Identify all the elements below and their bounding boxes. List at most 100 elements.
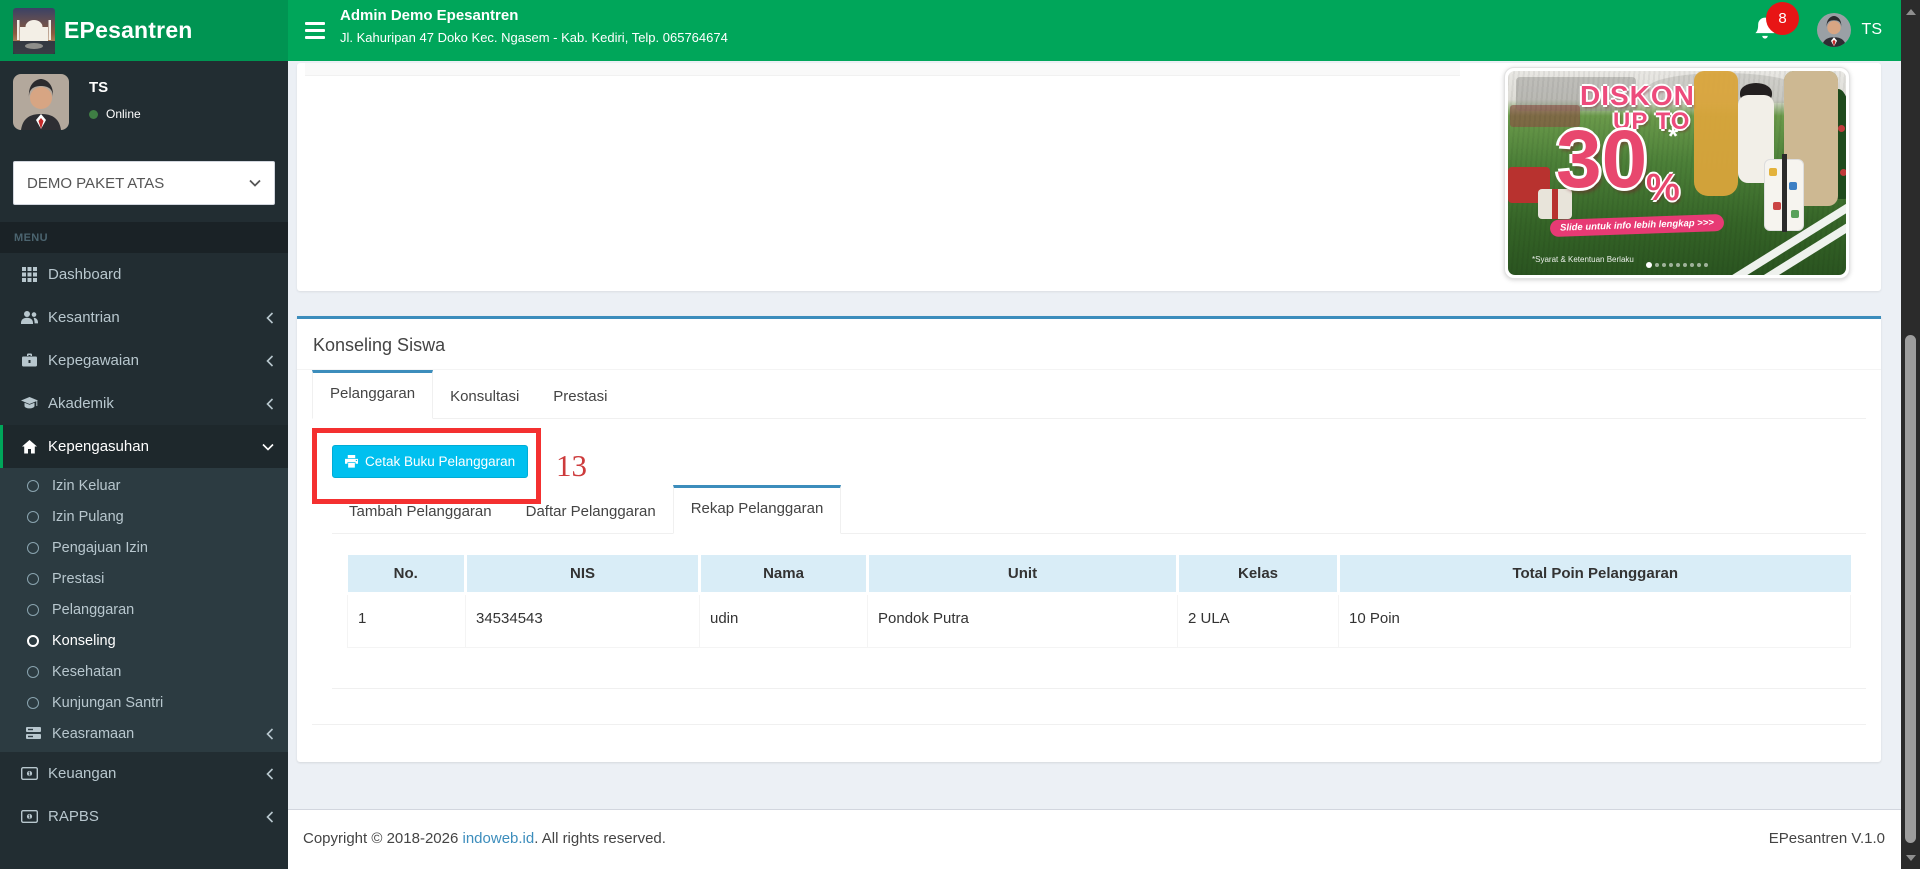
- tab-rekap-pelanggaran[interactable]: Rekap Pelanggaran: [672, 485, 842, 534]
- pelanggaran-tab-pane: Cetak Buku Pelanggaran Tambah Pelanggara…: [312, 419, 1866, 725]
- sidebar-item-label: Kesantrian: [48, 309, 120, 326]
- chevron-left-icon: [266, 767, 274, 780]
- user-info: TS Online: [89, 74, 141, 143]
- vertical-scrollbar[interactable]: [1901, 0, 1920, 869]
- annotation-highlight-box: [312, 428, 541, 504]
- money-icon: 1: [18, 810, 40, 823]
- user-menu-label[interactable]: TS: [1862, 21, 1882, 39]
- tab-pelanggaran[interactable]: Pelanggaran: [312, 370, 434, 419]
- user-menu-avatar[interactable]: [1817, 13, 1851, 47]
- sidebar-subitem-kunjungan-santri[interactable]: Kunjungan Santri: [0, 687, 288, 718]
- chevron-down-icon: [249, 179, 261, 187]
- notification-badge: 8: [1766, 2, 1799, 35]
- rekap-pelanggaran-pane: No. NIS Nama Unit Kelas Total Poin Pelan…: [332, 534, 1866, 689]
- col-header-no: No.: [347, 555, 467, 595]
- sidebar: EPesantren TS Online DEMO PAKET ATAS MEN…: [0, 0, 288, 869]
- sidebar-item-kesantrian[interactable]: Kesantrian: [0, 296, 288, 339]
- sidebar-subitem-label: Pengajuan Izin: [52, 539, 148, 556]
- ad-banner[interactable]: DISKON UP TO 30 % * Slide untuk info leb…: [1504, 67, 1850, 279]
- package-select[interactable]: DEMO PAKET ATAS: [13, 161, 275, 205]
- tab-konsultasi[interactable]: Konsultasi: [433, 370, 536, 419]
- scroll-down-arrow-icon[interactable]: [1905, 855, 1916, 861]
- col-header-nama: Nama: [699, 555, 869, 595]
- sidebar-item-keuangan[interactable]: 1 Keuangan: [0, 752, 288, 795]
- scrollbar-thumb[interactable]: [1905, 335, 1916, 843]
- ad-suitcase: [1764, 154, 1804, 232]
- col-header-kelas: Kelas: [1177, 555, 1340, 595]
- scroll-up-arrow-icon[interactable]: [1905, 9, 1916, 15]
- site-title-block: Admin Demo Epesantren Jl. Kahuripan 47 D…: [340, 7, 728, 45]
- sidebar-item-dashboard[interactable]: Dashboard: [0, 253, 288, 296]
- sidebar-item-label: Kepengasuhan: [48, 438, 149, 455]
- chevron-down-icon: [262, 443, 274, 451]
- cell-nama: udin: [699, 593, 868, 648]
- chevron-left-icon: [266, 397, 274, 410]
- tab-prestasi[interactable]: Prestasi: [536, 370, 624, 419]
- ad-discount-value: 30: [1556, 114, 1648, 205]
- site-title: Admin Demo Epesantren: [340, 7, 519, 24]
- sidebar-subitem-prestasi[interactable]: Prestasi: [0, 563, 288, 594]
- sidebar-item-label: RAPBS: [48, 808, 99, 825]
- panel-header: Konseling Siswa: [297, 319, 1881, 370]
- col-header-total-poin: Total Poin Pelanggaran: [1338, 555, 1851, 595]
- sidebar-subitem-izin-pulang[interactable]: Izin Pulang: [0, 501, 288, 532]
- chevron-left-icon: [266, 810, 274, 823]
- sidebar-subitem-kesehatan[interactable]: Kesehatan: [0, 656, 288, 687]
- menu-section-label: MENU: [0, 222, 288, 253]
- col-header-unit: Unit: [867, 555, 1179, 595]
- money-icon: 1: [18, 767, 40, 780]
- briefcase-icon: [18, 353, 40, 368]
- sidebar-item-akademik[interactable]: Akademik: [0, 382, 288, 425]
- online-dot-icon: [89, 109, 98, 119]
- svg-text:1: 1: [28, 771, 31, 777]
- sidebar-item-label: Kepegawaian: [48, 352, 139, 369]
- table-row[interactable]: 1 34534543 udin Pondok Putra 2 ULA 10 Po…: [347, 593, 1851, 648]
- user-name: TS: [89, 79, 109, 96]
- main-tabs: Pelanggaran Konsultasi Prestasi: [312, 370, 1866, 419]
- sidebar-item-kepegawaian[interactable]: Kepegawaian: [0, 339, 288, 382]
- copyright-prefix: Copyright © 2018-2026: [303, 830, 463, 847]
- sidebar-subitem-label: Izin Keluar: [52, 477, 121, 494]
- sidebar-subitem-label: Prestasi: [52, 570, 105, 587]
- package-select-value: DEMO PAKET ATAS: [27, 174, 165, 192]
- circle-icon: [27, 665, 39, 678]
- previous-panel-remnant: DISKON UP TO 30 % * Slide untuk info leb…: [297, 63, 1881, 291]
- sidebar-subitem-label: Izin Pulang: [52, 508, 124, 525]
- circle-icon: [27, 696, 39, 709]
- copyright-suffix: . All rights reserved.: [534, 830, 666, 847]
- rekap-pelanggaran-table: No. NIS Nama Unit Kelas Total Poin Pelan…: [347, 555, 1851, 648]
- annotation-step-number: 13: [556, 448, 587, 483]
- sidebar-subitem-label: Kunjungan Santri: [52, 694, 164, 711]
- circle-icon: [27, 479, 39, 492]
- sidebar-subitem-pengajuan-izin[interactable]: Pengajuan Izin: [0, 532, 288, 563]
- server-icon: [25, 727, 41, 740]
- sidebar-subitem-keasramaan[interactable]: Keasramaan: [0, 718, 288, 749]
- user-panel: TS Online: [0, 61, 288, 143]
- app-logo[interactable]: EPesantren: [0, 0, 288, 61]
- sidebar-subitem-izin-keluar[interactable]: Izin Keluar: [0, 470, 288, 501]
- site-address: Jl. Kahuripan 47 Doko Kec. Ngasem - Kab.…: [340, 30, 728, 45]
- notifications-button[interactable]: 8: [1754, 2, 1799, 47]
- users-icon: [18, 310, 40, 325]
- mosque-icon: [13, 7, 55, 54]
- circle-icon: [27, 603, 39, 616]
- sidebar-item-rapbs[interactable]: 1 RAPBS: [0, 795, 288, 838]
- sidebar-subitem-konseling[interactable]: Konseling: [0, 625, 288, 656]
- chevron-left-icon: [266, 311, 274, 324]
- ad-image: DISKON UP TO 30 % * Slide untuk info leb…: [1508, 71, 1846, 275]
- sidebar-item-label: Akademik: [48, 395, 114, 412]
- carousel-dots[interactable]: [1646, 262, 1708, 268]
- sidebar-toggle-button[interactable]: [305, 22, 325, 39]
- panel-body: Pelanggaran Konsultasi Prestasi Cetak Bu…: [297, 370, 1881, 725]
- indoweb-link[interactable]: indoweb.id: [463, 830, 535, 847]
- sidebar-subitem-pelanggaran[interactable]: Pelanggaran: [0, 594, 288, 625]
- ad-slide-cta[interactable]: Slide untuk info lebih lengkap >>>: [1549, 213, 1725, 238]
- sidebar-menu-bottom: 1 Keuangan 1 RAPBS: [0, 752, 288, 838]
- sidebar-item-label: Dashboard: [48, 266, 122, 283]
- table-header-row: No. NIS Nama Unit Kelas Total Poin Pelan…: [347, 555, 1851, 595]
- cell-unit: Pondok Putra: [867, 593, 1178, 648]
- user-status: Online: [89, 107, 141, 121]
- sidebar-item-kepengasuhan[interactable]: Kepengasuhan: [0, 425, 288, 468]
- cell-total-poin: 10 Poin: [1338, 593, 1851, 648]
- circle-icon: [27, 510, 39, 523]
